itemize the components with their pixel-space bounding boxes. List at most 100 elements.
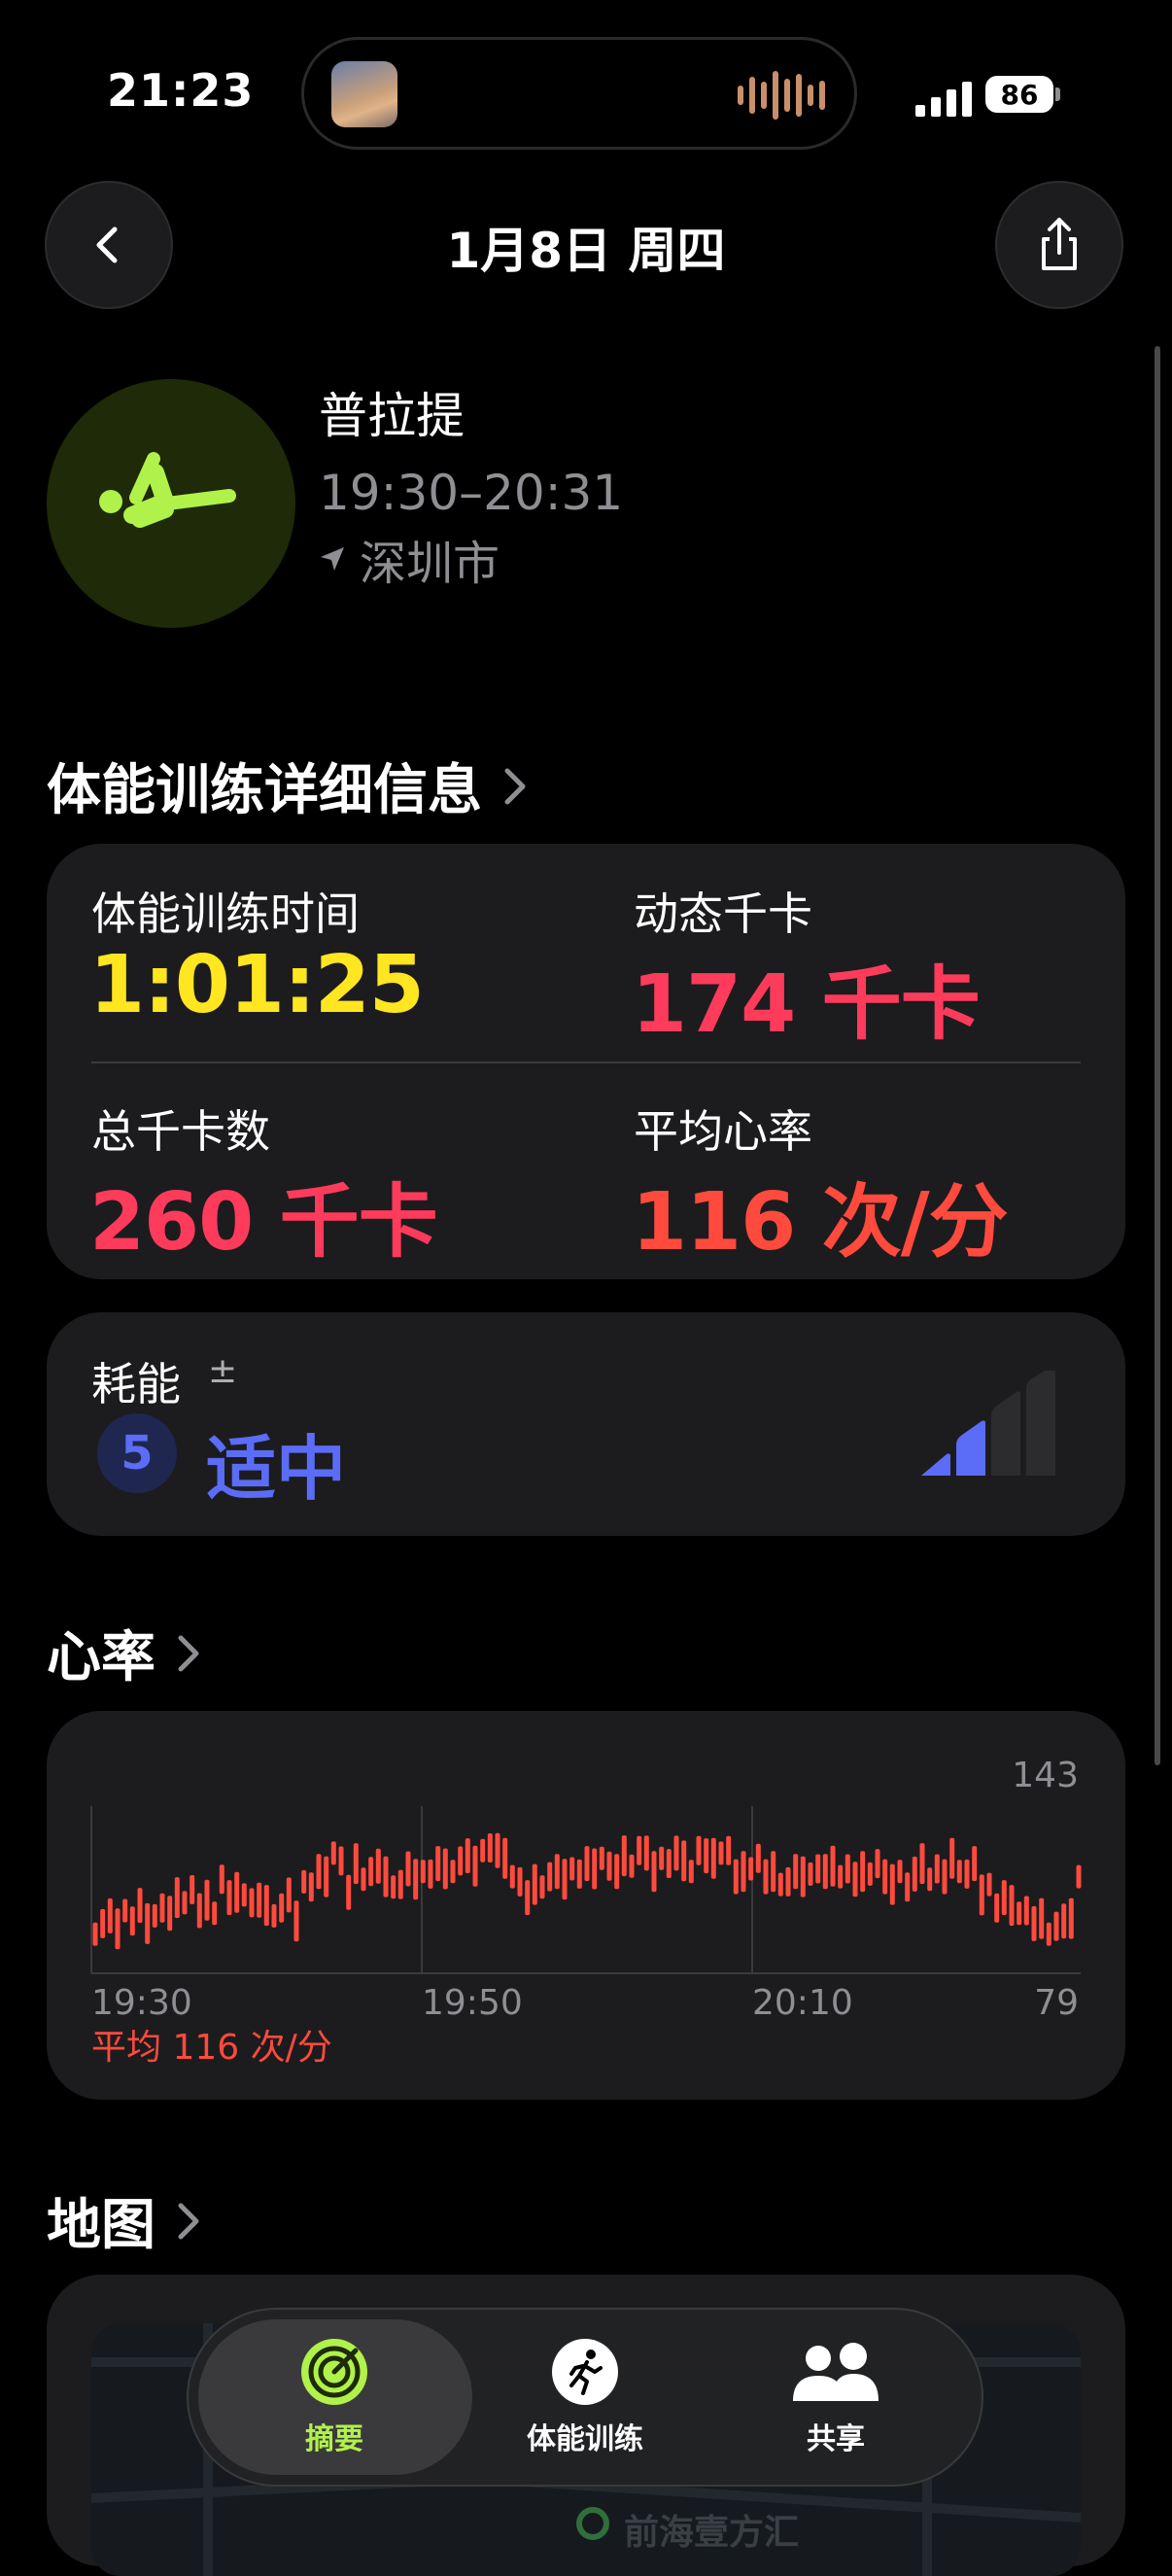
effort-label: 耗能 bbox=[91, 1358, 181, 1410]
heart-rate-bar bbox=[621, 1835, 627, 1877]
heart-rate-bar bbox=[1009, 1885, 1015, 1927]
heart-rate-bar bbox=[502, 1837, 508, 1879]
metric-label-active-calories: 动态千卡 bbox=[634, 888, 812, 940]
heart-rate-bar bbox=[397, 1869, 403, 1899]
heart-rate-bar bbox=[800, 1856, 806, 1897]
heart-rate-bar bbox=[777, 1872, 783, 1897]
heart-rate-bar bbox=[532, 1863, 537, 1905]
heart-rate-bar bbox=[324, 1856, 329, 1897]
heart-rate-bar bbox=[785, 1866, 791, 1897]
tab-workouts-label: 体能训练 bbox=[527, 2422, 643, 2456]
heart-rate-bar bbox=[718, 1841, 724, 1865]
heart-rate-bar bbox=[755, 1843, 761, 1873]
heart-rate-bar bbox=[808, 1862, 813, 1886]
people-icon bbox=[793, 2343, 879, 2401]
chevron-right-icon bbox=[178, 2203, 199, 2239]
share-button[interactable] bbox=[995, 181, 1123, 309]
heart-rate-bar bbox=[190, 1875, 195, 1904]
effort-level-badge: 5 bbox=[97, 1413, 177, 1493]
heart-rate-bar bbox=[107, 1897, 113, 1933]
heart-rate-bar bbox=[129, 1906, 135, 1936]
heart-rate-average: 平均 116 次/分 bbox=[91, 2028, 332, 2068]
heart-rate-bar bbox=[212, 1901, 218, 1926]
heart-rate-bar bbox=[330, 1841, 336, 1865]
heart-rate-bar bbox=[771, 1851, 776, 1893]
metric-label-total-calories: 总千卡数 bbox=[91, 1105, 270, 1158]
heart-rate-bar bbox=[391, 1875, 396, 1899]
workout-time-range: 19:30–20:31 bbox=[319, 465, 624, 521]
heart-rate-bar bbox=[435, 1846, 441, 1882]
heart-rate-bar bbox=[465, 1838, 470, 1874]
metric-value-active-calories: 174 千卡 bbox=[632, 958, 981, 1051]
heart-rate-bar bbox=[413, 1859, 419, 1900]
tab-summary[interactable]: 摘要 bbox=[218, 2319, 451, 2475]
heart-rate-bar bbox=[919, 1843, 925, 1885]
heart-rate-bar bbox=[1046, 1922, 1051, 1946]
heart-rate-section-header[interactable]: 心率 bbox=[47, 1614, 204, 1692]
heart-rate-bar bbox=[1068, 1897, 1074, 1939]
workout-location-text: 深圳市 bbox=[360, 537, 500, 591]
heart-rate-bar bbox=[159, 1893, 165, 1923]
cellular-signal-icon bbox=[915, 78, 972, 117]
heart-rate-bar bbox=[629, 1854, 635, 1878]
heart-rate-bars bbox=[92, 1832, 1082, 1950]
heart-rate-bar bbox=[763, 1859, 769, 1895]
scrollbar[interactable] bbox=[1155, 346, 1160, 1765]
heart-rate-chart-card[interactable]: 143 19:30 19:50 20:10 79 平均 116 次/分 bbox=[47, 1711, 1125, 2100]
heart-rate-bar bbox=[450, 1860, 456, 1884]
heart-rate-bar bbox=[704, 1838, 709, 1874]
heart-rate-bar bbox=[994, 1893, 1000, 1923]
heart-rate-bar bbox=[934, 1854, 940, 1884]
heart-rate-chart: 143 19:30 19:50 20:10 79 平均 116 次/分 bbox=[90, 1756, 1082, 2068]
metric-label-avg-heart-rate: 平均心率 bbox=[634, 1105, 812, 1158]
heart-rate-bar bbox=[241, 1883, 247, 1907]
heart-rate-bar bbox=[92, 1922, 98, 1946]
map-section-header[interactable]: 地图 bbox=[47, 2181, 204, 2260]
workout-location: 深圳市 bbox=[319, 525, 500, 593]
heart-rate-bar bbox=[509, 1864, 515, 1889]
heart-rate-bar bbox=[271, 1903, 277, 1928]
heart-rate-bar bbox=[137, 1888, 143, 1924]
location-arrow-icon bbox=[321, 547, 344, 571]
heart-rate-bar bbox=[860, 1851, 866, 1893]
heart-rate-bar bbox=[882, 1859, 888, 1895]
x-tick-label: 20:10 bbox=[752, 1983, 853, 2023]
heart-rate-bar bbox=[442, 1848, 448, 1890]
dynamic-island[interactable] bbox=[301, 37, 857, 150]
heart-rate-bar bbox=[986, 1872, 992, 1897]
heart-rate-bar bbox=[1001, 1880, 1007, 1916]
heart-rate-bar bbox=[979, 1874, 984, 1916]
heart-rate-bar bbox=[606, 1851, 612, 1881]
heart-rate-bar bbox=[651, 1851, 657, 1893]
tab-sharing[interactable]: 共享 bbox=[719, 2319, 952, 2475]
status-time: 21:23 bbox=[107, 64, 255, 117]
heart-rate-bar bbox=[830, 1845, 836, 1887]
details-section-title: 体能训练详细信息 bbox=[47, 759, 482, 822]
workout-name: 普拉提 bbox=[319, 388, 465, 444]
heart-rate-bar bbox=[1039, 1897, 1045, 1939]
heart-rate-bar bbox=[420, 1860, 426, 1884]
heart-rate-bar bbox=[346, 1874, 352, 1910]
heart-rate-bar bbox=[122, 1898, 128, 1923]
heart-rate-bar bbox=[174, 1877, 180, 1919]
heart-rate-bar bbox=[196, 1893, 202, 1929]
details-section-header[interactable]: 体能训练详细信息 bbox=[47, 747, 531, 825]
heart-rate-bar bbox=[525, 1880, 531, 1916]
heart-rate-bar bbox=[495, 1832, 500, 1868]
heart-rate-bar bbox=[1053, 1911, 1059, 1941]
heart-rate-bar bbox=[1076, 1864, 1082, 1889]
heart-rate-bar bbox=[279, 1893, 285, 1923]
audio-waveform-icon bbox=[738, 69, 825, 122]
heart-rate-bar bbox=[889, 1863, 895, 1905]
heart-rate-bar bbox=[852, 1862, 858, 1897]
back-button[interactable] bbox=[45, 181, 173, 309]
heart-rate-bar bbox=[562, 1859, 568, 1900]
heart-rate-bar bbox=[257, 1882, 262, 1918]
heart-rate-bar bbox=[815, 1854, 821, 1884]
heart-rate-bar bbox=[822, 1854, 828, 1890]
heart-rate-bar bbox=[286, 1877, 292, 1913]
heart-rate-bar bbox=[614, 1854, 620, 1890]
heart-rate-bar bbox=[875, 1849, 880, 1879]
heart-rate-bar bbox=[845, 1854, 850, 1884]
tab-workouts[interactable]: 体能训练 bbox=[468, 2319, 702, 2475]
